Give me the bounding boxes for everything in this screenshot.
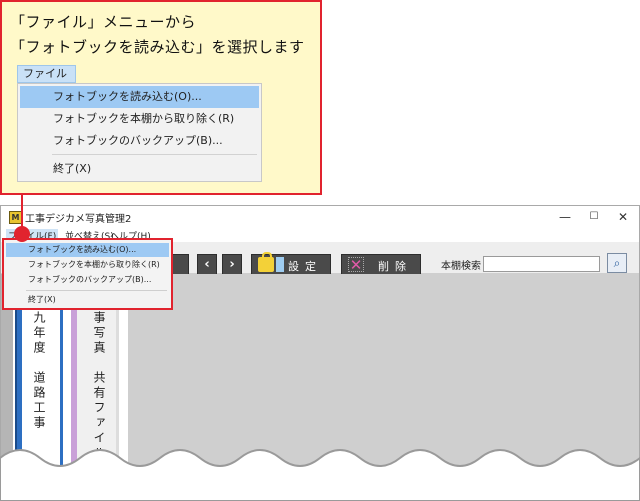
menu-separator	[26, 290, 167, 291]
delete-x-icon: ✕	[348, 256, 364, 274]
zoom-menu-file[interactable]: ファイル(F)	[17, 65, 76, 96]
delete-button-label: 削除	[378, 260, 412, 273]
shelf-search-label: 本棚検索	[441, 261, 481, 272]
callout-text-line1: 「ファイル」メニューから	[10, 13, 197, 31]
settings-button[interactable]: 設定	[251, 252, 331, 275]
zoom-menu-item-exit[interactable]: 終了(X)	[20, 158, 259, 180]
chevron-right-icon: ›	[229, 257, 235, 272]
minimize-button[interactable]: —	[556, 208, 574, 226]
menu-item-exit[interactable]: 終了(X)	[6, 293, 169, 307]
callout-text-line2: 「フォトブックを読み込む」を選択します	[10, 38, 305, 56]
close-button[interactable]: ✕	[614, 208, 632, 226]
instruction-callout: 「ファイル」メニューから 「フォトブックを読み込む」を選択します ファイル(F)…	[0, 0, 322, 195]
photobook-title: 二九年度 道路工事	[32, 296, 46, 431]
title-bar: M 工事デジカメ写真管理2 — ☐ ✕	[1, 206, 639, 228]
callout-connector-line	[21, 195, 23, 227]
zoom-menu-separator	[52, 154, 257, 155]
lock-icon	[258, 252, 274, 272]
file-menu-dropdown: フォトブックを読み込む(O)... フォトブックを本棚から取り除く(R) フォト…	[2, 238, 173, 310]
prev-button[interactable]: ‹	[197, 254, 217, 275]
callout-connector-dot	[14, 226, 30, 242]
menu-item-remove-from-shelf[interactable]: フォトブックを本棚から取り除く(R)	[6, 258, 169, 272]
menu-item-load-photobook[interactable]: フォトブックを読み込む(O)...	[6, 243, 169, 257]
zoom-file-menu: フォトブックを読み込む(O)... フォトブックを本棚から取り除く(R) フォト…	[17, 83, 262, 182]
settings-button-label: 設定	[288, 260, 322, 273]
toolbar-button-hidden[interactable]	[171, 254, 189, 275]
zoom-menu-item-load-photobook[interactable]: フォトブックを読み込む(O)...	[20, 86, 259, 108]
zoom-menu-item-backup-photobook[interactable]: フォトブックのバックアップ(B)...	[20, 130, 259, 152]
chevron-left-icon: ‹	[204, 257, 210, 272]
photobook-title: 工事写真 共有ファイル	[92, 296, 106, 461]
next-button[interactable]: ›	[222, 254, 242, 275]
maximize-button[interactable]: ☐	[585, 208, 603, 226]
search-icon: ⌕	[613, 256, 621, 270]
window-title: 工事デジカメ写真管理2	[25, 214, 132, 225]
menu-item-backup-photobook[interactable]: フォトブックのバックアップ(B)...	[6, 273, 169, 287]
settings-page-icon	[276, 257, 284, 272]
torn-edge-decoration	[0, 449, 640, 501]
search-button[interactable]: ⌕	[607, 253, 627, 273]
delete-button[interactable]: ✕ 削除	[341, 254, 421, 275]
shelf-search-input[interactable]	[483, 256, 600, 272]
zoom-menu-item-remove-from-shelf[interactable]: フォトブックを本棚から取り除く(R)	[20, 108, 259, 130]
